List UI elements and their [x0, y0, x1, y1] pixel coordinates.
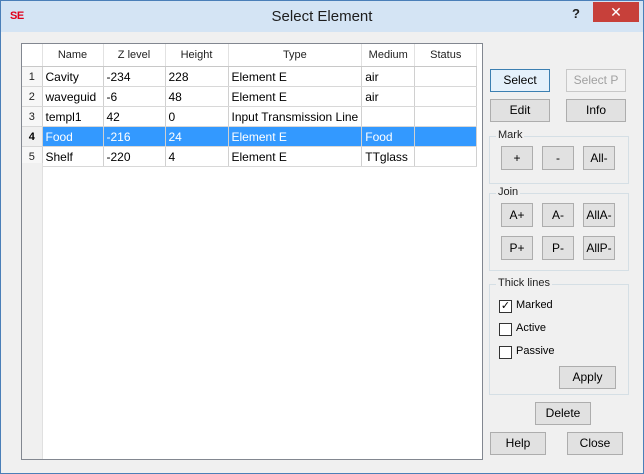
mark-plus-button[interactable]: + [501, 146, 533, 170]
join-group: Join A+ A- AllA- P+ P- AllP- [489, 186, 629, 271]
mark-minus-button[interactable]: - [542, 146, 574, 170]
table-row[interactable]: 3 templ1 42 0 Input Transmission Line [22, 106, 478, 127]
column-header-height[interactable]: Height [165, 44, 229, 67]
help-button[interactable]: Help [490, 432, 546, 455]
cell-name[interactable]: Cavity [42, 66, 104, 87]
column-header-type[interactable]: Type [228, 44, 363, 67]
column-header-name[interactable]: Name [42, 44, 104, 67]
row-number[interactable]: 1 [22, 66, 43, 87]
cell-name[interactable]: Shelf [42, 146, 104, 167]
select-element-dialog: SE Select Element ? ✕ Name Z level Heigh… [0, 0, 644, 474]
cell-z-level[interactable]: 42 [103, 106, 166, 127]
passive-checkbox[interactable] [499, 346, 512, 359]
table-row-selected[interactable]: 4 Food -216 24 Element E Food [22, 126, 478, 147]
dialog-body: Name Z level Height Type Medium Status 1… [8, 32, 636, 466]
apply-button[interactable]: Apply [559, 366, 616, 389]
cell-type[interactable]: Element E [228, 86, 363, 107]
element-table[interactable]: Name Z level Height Type Medium Status 1… [21, 43, 483, 460]
column-header-status[interactable]: Status [414, 44, 478, 67]
help-question-icon[interactable]: ? [572, 6, 580, 21]
cell-height[interactable]: 228 [165, 66, 229, 87]
table-row[interactable]: 5 Shelf -220 4 Element E TTglass [22, 146, 478, 167]
row-number[interactable]: 4 [22, 126, 43, 147]
cell-type[interactable]: Element E [228, 126, 363, 147]
cell-status[interactable] [414, 66, 478, 87]
cell-medium[interactable]: air [361, 66, 416, 87]
cell-name[interactable]: templ1 [42, 106, 104, 127]
thick-lines-group: Thick lines ✓ Marked Active Passive Appl… [489, 277, 629, 395]
cell-status[interactable] [414, 146, 478, 167]
cell-z-level[interactable]: -234 [103, 66, 166, 87]
row-number-header [22, 44, 43, 67]
close-button[interactable]: Close [567, 432, 623, 455]
active-checkbox[interactable] [499, 323, 512, 336]
row-number[interactable]: 2 [22, 86, 43, 107]
mark-group-label: Mark [496, 129, 525, 141]
join-group-label: Join [496, 186, 521, 198]
join-a-plus-button[interactable]: A+ [501, 203, 533, 227]
row-header-gutter [22, 163, 43, 459]
row-number[interactable]: 3 [22, 106, 43, 127]
marked-checkbox[interactable]: ✓ [499, 300, 512, 313]
mark-group: Mark + - All- [489, 129, 629, 184]
window-title: Select Element [271, 8, 373, 25]
marked-checkbox-label: Marked [516, 299, 553, 311]
cell-medium[interactable] [361, 106, 416, 127]
join-a-minus-button[interactable]: A- [542, 203, 574, 227]
cell-height[interactable]: 4 [165, 146, 229, 167]
join-all-p-minus-button[interactable]: AllP- [583, 236, 615, 260]
active-checkbox-label: Active [516, 322, 546, 334]
passive-checkbox-label: Passive [516, 345, 555, 357]
cell-z-level[interactable]: -220 [103, 146, 166, 167]
cell-status[interactable] [414, 86, 478, 107]
cell-medium[interactable]: TTglass [361, 146, 416, 167]
cell-name[interactable]: Food [42, 126, 104, 147]
mark-all-minus-button[interactable]: All- [583, 146, 615, 170]
select-button[interactable]: Select [490, 69, 550, 92]
cell-medium[interactable]: air [361, 86, 416, 107]
thick-lines-group-label: Thick lines [496, 277, 552, 289]
close-window-button[interactable]: ✕ [593, 2, 639, 22]
join-p-plus-button[interactable]: P+ [501, 236, 533, 260]
edit-button[interactable]: Edit [490, 99, 550, 122]
cell-height[interactable]: 48 [165, 86, 229, 107]
cell-z-level[interactable]: -6 [103, 86, 166, 107]
cell-height[interactable]: 24 [165, 126, 229, 147]
table-row[interactable]: 2 waveguid -6 48 Element E air [22, 86, 478, 107]
header-row: Name Z level Height Type Medium Status [22, 44, 478, 67]
delete-button[interactable]: Delete [535, 402, 591, 425]
cell-status[interactable] [414, 126, 478, 147]
cell-type[interactable]: Element E [228, 146, 363, 167]
cell-height[interactable]: 0 [165, 106, 229, 127]
info-button[interactable]: Info [566, 99, 626, 122]
cell-type[interactable]: Element E [228, 66, 363, 87]
cell-z-level[interactable]: -216 [103, 126, 166, 147]
element-grid: Name Z level Height Type Medium Status 1… [22, 44, 478, 167]
cell-medium[interactable]: Food [361, 126, 416, 147]
join-p-minus-button[interactable]: P- [542, 236, 574, 260]
cell-type[interactable]: Input Transmission Line [228, 106, 363, 127]
column-header-z-level[interactable]: Z level [103, 44, 166, 67]
select-p-button[interactable]: Select P [566, 69, 626, 92]
cell-status[interactable] [414, 106, 478, 127]
title-bar: SE Select Element ? ✕ [1, 1, 643, 32]
column-header-medium[interactable]: Medium [361, 44, 416, 67]
cell-name[interactable]: waveguid [42, 86, 104, 107]
join-all-a-minus-button[interactable]: AllA- [583, 203, 615, 227]
table-row[interactable]: 1 Cavity -234 228 Element E air [22, 66, 478, 87]
